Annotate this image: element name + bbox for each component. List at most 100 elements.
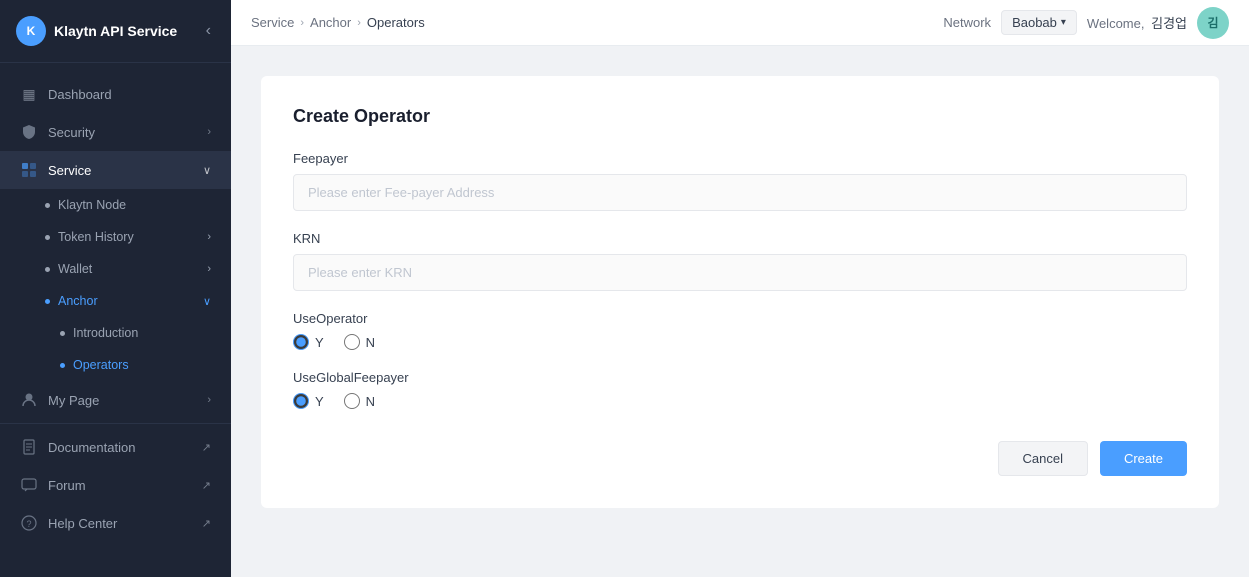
sidebar-item-operators[interactable]: Operators [0, 349, 231, 381]
security-icon [20, 123, 38, 141]
dot-icon [60, 363, 65, 368]
use-global-feepayer-n-radio[interactable] [344, 393, 360, 409]
sidebar-item-label: Security [48, 125, 95, 140]
use-global-feepayer-group: UseGlobalFeepayer Y N [293, 370, 1187, 409]
sidebar-item-help-center[interactable]: ? Help Center ↗ [0, 504, 231, 542]
dashboard-icon: ▦ [20, 85, 38, 103]
dot-icon [60, 331, 65, 336]
form-title: Create Operator [293, 106, 1187, 127]
sidebar-item-label: Wallet [58, 262, 92, 276]
radio-y-label: Y [315, 335, 324, 350]
create-operator-form: Create Operator Feepayer KRN UseOperator… [261, 76, 1219, 508]
chevron-down-icon: ∨ [203, 164, 211, 177]
network-dropdown[interactable]: Baobab ▾ [1001, 10, 1077, 35]
feepayer-input[interactable] [293, 174, 1187, 211]
sidebar-item-label: My Page [48, 393, 99, 408]
cancel-button[interactable]: Cancel [998, 441, 1088, 476]
chevron-right-icon: › [207, 231, 211, 243]
network-label: Network [943, 15, 991, 30]
sidebar-item-anchor[interactable]: Anchor ∨ [0, 285, 231, 317]
help-icon: ? [20, 514, 38, 532]
breadcrumb: Service › Anchor › Operators [251, 15, 425, 30]
mypage-icon [20, 391, 38, 409]
sidebar-item-documentation[interactable]: Documentation ↗ [0, 428, 231, 466]
sidebar-item-wallet[interactable]: Wallet › [0, 253, 231, 285]
krn-input[interactable] [293, 254, 1187, 291]
chevron-down-icon: ∨ [203, 295, 211, 308]
sidebar-item-forum[interactable]: Forum ↗ [0, 466, 231, 504]
sidebar-item-security[interactable]: Security › [0, 113, 231, 151]
use-operator-n-radio[interactable] [344, 334, 360, 350]
sidebar: K Klaytn API Service ‹ ▦ Dashboard Secur… [0, 0, 231, 577]
sidebar-item-introduction[interactable]: Introduction [0, 317, 231, 349]
svg-text:?: ? [27, 519, 32, 529]
use-global-feepayer-y-option[interactable]: Y [293, 393, 324, 409]
sidebar-item-token-history[interactable]: Token History › [0, 221, 231, 253]
create-button[interactable]: Create [1100, 441, 1187, 476]
sidebar-item-dashboard[interactable]: ▦ Dashboard [0, 75, 231, 113]
sidebar-item-label: Anchor [58, 294, 98, 308]
sidebar-item-label: Operators [73, 358, 129, 372]
main-area: Service › Anchor › Operators Network Bao… [231, 0, 1249, 577]
use-operator-group: UseOperator Y N [293, 311, 1187, 350]
dot-icon [45, 203, 50, 208]
logo-text: Klaytn API Service [54, 23, 177, 39]
breadcrumb-sep-1: › [300, 17, 304, 29]
header-right: Network Baobab ▾ Welcome, 김경업 김 [943, 7, 1229, 39]
chevron-right-icon: › [207, 263, 211, 275]
form-actions: Cancel Create [293, 441, 1187, 476]
sidebar-item-klaytn-node[interactable]: Klaytn Node [0, 189, 231, 221]
external-link-icon: ↗ [202, 479, 211, 492]
avatar[interactable]: 김 [1197, 7, 1229, 39]
chevron-down-icon: ▾ [1061, 17, 1066, 28]
use-global-feepayer-label: UseGlobalFeepayer [293, 370, 1187, 385]
service-icon [20, 161, 38, 179]
sidebar-item-label: Klaytn Node [58, 198, 126, 212]
sidebar-collapse-button[interactable]: ‹ [202, 18, 215, 44]
sidebar-item-label: Forum [48, 478, 86, 493]
nav-divider [0, 423, 231, 424]
chevron-right-icon: › [207, 394, 211, 406]
feepayer-label: Feepayer [293, 151, 1187, 166]
krn-group: KRN [293, 231, 1187, 291]
breadcrumb-service[interactable]: Service [251, 15, 294, 30]
use-operator-y-option[interactable]: Y [293, 334, 324, 350]
breadcrumb-anchor[interactable]: Anchor [310, 15, 351, 30]
sidebar-item-label: Help Center [48, 516, 117, 531]
radio-y-label: Y [315, 394, 324, 409]
sidebar-item-label: Documentation [48, 440, 135, 455]
header: Service › Anchor › Operators Network Bao… [231, 0, 1249, 46]
content-area: Create Operator Feepayer KRN UseOperator… [231, 46, 1249, 577]
sidebar-nav: ▦ Dashboard Security › Service ∨ [0, 63, 231, 577]
breadcrumb-operators: Operators [367, 15, 425, 30]
breadcrumb-sep-2: › [357, 17, 361, 29]
dot-icon [45, 235, 50, 240]
sidebar-item-label: Introduction [73, 326, 138, 340]
use-operator-label: UseOperator [293, 311, 1187, 326]
feepayer-group: Feepayer [293, 151, 1187, 211]
use-operator-radio-row: Y N [293, 334, 1187, 350]
radio-n-label: N [366, 394, 375, 409]
network-value: Baobab [1012, 15, 1057, 30]
sidebar-item-mypage[interactable]: My Page › [0, 381, 231, 419]
use-global-feepayer-radio-row: Y N [293, 393, 1187, 409]
documentation-icon [20, 438, 38, 456]
sidebar-logo: K Klaytn API Service ‹ [0, 0, 231, 63]
sidebar-item-label: Dashboard [48, 87, 112, 102]
chevron-right-icon: › [207, 126, 211, 138]
use-operator-y-radio[interactable] [293, 334, 309, 350]
welcome-text: Welcome, 김경업 [1087, 13, 1187, 32]
radio-n-label: N [366, 335, 375, 350]
use-global-feepayer-y-radio[interactable] [293, 393, 309, 409]
forum-icon [20, 476, 38, 494]
use-global-feepayer-n-option[interactable]: N [344, 393, 375, 409]
dot-icon [45, 299, 50, 304]
sidebar-item-label: Service [48, 163, 91, 178]
use-operator-n-option[interactable]: N [344, 334, 375, 350]
dot-icon [45, 267, 50, 272]
sidebar-item-label: Token History [58, 230, 134, 244]
external-link-icon: ↗ [202, 441, 211, 454]
sidebar-item-service[interactable]: Service ∨ [0, 151, 231, 189]
krn-label: KRN [293, 231, 1187, 246]
external-link-icon: ↗ [202, 517, 211, 530]
